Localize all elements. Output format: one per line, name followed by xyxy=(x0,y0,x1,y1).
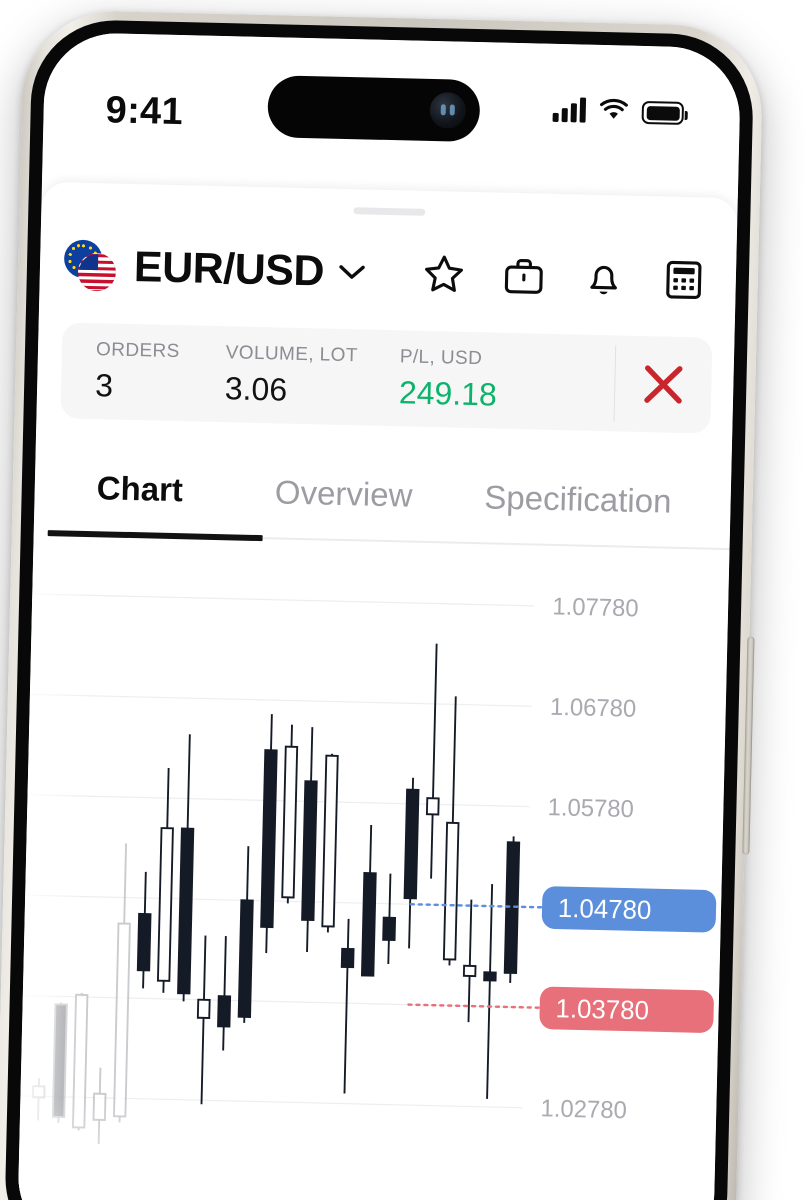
currency-pair-flags xyxy=(63,239,117,292)
candle xyxy=(136,871,152,989)
instrument-tabs: Chart Overview Specification xyxy=(34,444,732,546)
phone-screen: 9:41 EUR/USD ORDERS 3 VOLUME, LOT 3.06 P… xyxy=(16,31,742,1200)
instrument-sheet: EUR/USD ORDERS 3 VOLUME, LOT 3.06 P/L, U… xyxy=(16,181,738,1200)
tab-chart[interactable]: Chart xyxy=(96,469,183,509)
candle xyxy=(92,1067,107,1145)
symbol-header: EUR/USD xyxy=(39,224,737,322)
candle xyxy=(31,1078,46,1121)
screenshot-root: 9:41 EUR/USD ORDERS 3 VOLUME, LOT 3.06 P… xyxy=(0,0,804,1200)
candle xyxy=(321,753,339,933)
candle xyxy=(237,846,254,1023)
candle xyxy=(462,899,477,1023)
candle xyxy=(382,873,397,965)
price-axis-label: 1.06780 xyxy=(550,694,637,723)
front-camera-icon xyxy=(429,91,467,129)
stop-loss-line-badge-label: 1.03780 xyxy=(555,993,649,1025)
stop-loss-line-badge[interactable]: 1.03780 xyxy=(539,986,714,1033)
take-profit-line-badge-label: 1.04780 xyxy=(558,893,652,925)
star-icon[interactable] xyxy=(421,252,466,297)
price-axis-label: 1.02780 xyxy=(540,1095,627,1124)
price-axis-label: 1.07780 xyxy=(552,593,639,622)
candle xyxy=(71,992,89,1131)
volume-value: 3.06 xyxy=(224,369,288,408)
price-axis-label: 1.05780 xyxy=(547,794,634,823)
profit-loss-label: P/L, USD xyxy=(399,345,483,369)
price-chart[interactable]: 1.07780 1.06780 1.05780 1.02780 1.04780 1.037… xyxy=(16,537,730,1200)
candle xyxy=(156,767,174,993)
close-positions-button[interactable] xyxy=(614,335,712,433)
orders-label: ORDERS xyxy=(95,338,180,362)
close-x-icon[interactable] xyxy=(637,358,690,411)
candle xyxy=(260,714,278,954)
chart-gridline xyxy=(32,593,535,607)
dynamic-island xyxy=(267,75,481,143)
profit-loss-value: 249.18 xyxy=(398,373,498,413)
orders-cell: ORDERS 3 xyxy=(61,338,180,406)
candle xyxy=(340,918,355,1094)
candle xyxy=(177,734,195,1002)
profit-loss-cell: P/L, USD 249.18 xyxy=(357,345,498,413)
volume-cell: VOLUME, LOT 3.06 xyxy=(178,341,358,410)
cellular-bars-icon xyxy=(552,96,587,123)
candle xyxy=(281,724,299,904)
candle xyxy=(196,935,211,1105)
volume-label: VOLUME, LOT xyxy=(225,341,359,366)
positions-summary-bar: ORDERS 3 VOLUME, LOT 3.06 P/L, USD 249.1… xyxy=(60,322,713,434)
status-indicators xyxy=(552,96,688,125)
briefcase-icon[interactable] xyxy=(501,254,546,299)
candle xyxy=(360,824,377,977)
phone-device: 9:41 EUR/USD ORDERS 3 VOLUME, LOT 3.06 P… xyxy=(0,9,764,1200)
candle xyxy=(217,936,232,1051)
take-profit-line-badge[interactable]: 1.04780 xyxy=(541,886,717,933)
orders-value: 3 xyxy=(94,366,114,404)
battery-full-icon xyxy=(641,100,688,125)
candle xyxy=(442,696,460,966)
candlestick-chart[interactable]: 1.07780 1.06780 1.05780 1.02780 1.04780 1.037… xyxy=(17,538,730,1200)
tab-specification[interactable]: Specification xyxy=(484,478,672,520)
us-flag-icon xyxy=(77,252,117,292)
wifi-icon xyxy=(600,98,628,119)
status-bar: 9:41 xyxy=(41,31,742,199)
candle xyxy=(112,843,131,1123)
chevron-down-icon[interactable] xyxy=(338,263,366,282)
candle xyxy=(301,727,318,953)
calculator-icon[interactable] xyxy=(661,257,706,302)
symbol-name: EUR/USD xyxy=(133,242,325,295)
tab-overview[interactable]: Overview xyxy=(274,473,412,514)
bell-icon[interactable] xyxy=(581,256,626,301)
status-time: 9:41 xyxy=(105,89,184,134)
header-actions xyxy=(421,252,706,303)
sheet-grabber[interactable] xyxy=(353,207,426,216)
candle xyxy=(425,643,440,879)
candle xyxy=(51,1002,68,1123)
candle xyxy=(503,836,521,983)
candle xyxy=(483,884,497,1099)
